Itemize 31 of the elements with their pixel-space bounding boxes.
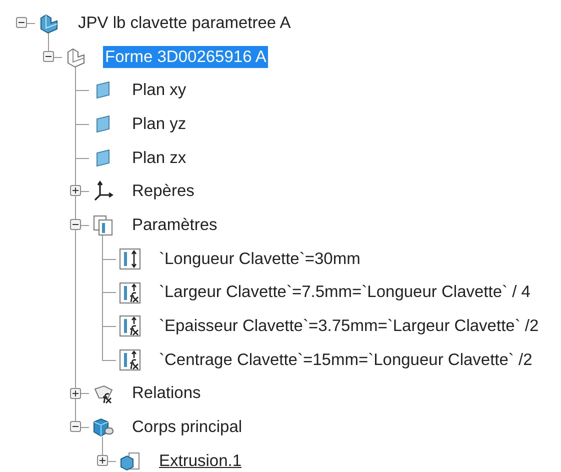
tree-item[interactable]: `Largeur Clavette`=7.5mm=`Longueur Clavette` / 4	[157, 281, 532, 304]
parameter-icon	[119, 248, 141, 270]
collapse-icon[interactable]	[43, 50, 54, 62]
tree-item[interactable]: Relations	[130, 382, 203, 404]
tree-item[interactable]: Plan xy	[130, 79, 188, 102]
tree-item[interactable]: Repères	[130, 180, 196, 202]
tree-item[interactable]: JPV lb clavette parametree A	[76, 12, 293, 34]
tree-item[interactable]: Plan yz	[130, 112, 188, 135]
tree-item[interactable]: Extrusion.1	[157, 450, 244, 472]
formula-icon	[119, 315, 141, 338]
tree-item[interactable]: `Epaisseur Clavette`=3.75mm=`Largeur Clavette` /2	[157, 315, 541, 338]
tree-item[interactable]: Corps principal	[130, 416, 244, 438]
collapse-icon[interactable]	[70, 219, 81, 230]
tree-item[interactable]: `Centrage Clavette`=15mm=`Longueur Clavette` /2	[157, 348, 534, 371]
expand-icon[interactable]	[70, 185, 81, 196]
extrusion-icon	[119, 450, 141, 472]
collapse-icon[interactable]	[70, 421, 81, 432]
parameter-list-icon	[92, 214, 114, 236]
collapse-icon[interactable]	[16, 17, 27, 28]
axes-icon	[92, 180, 114, 202]
tree-item[interactable]: Forme 3D00265916 A	[103, 46, 268, 68]
formula-icon	[119, 282, 141, 304]
cube-icon	[92, 416, 114, 438]
expand-icon[interactable]	[97, 454, 108, 466]
tree-item[interactable]: Plan zx	[130, 146, 188, 169]
block-icon	[38, 12, 60, 34]
tree-item[interactable]: Paramètres	[130, 214, 220, 236]
tree-item[interactable]: `Longueur Clavette`=30mm	[157, 248, 362, 270]
formula-icon	[119, 348, 141, 371]
relations-icon	[92, 382, 114, 405]
expand-icon[interactable]	[70, 388, 81, 399]
